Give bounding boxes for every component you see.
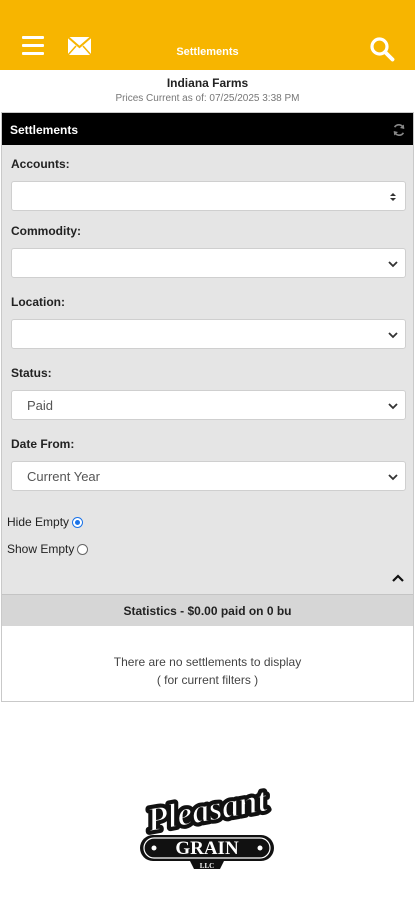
empty-results: There are no settlements to display ( fo… [2,626,413,701]
svg-text:Pleasant: Pleasant [143,782,271,840]
show-empty-option[interactable]: Show Empty [7,542,89,556]
chevron-down-icon [388,261,398,268]
page-title: Settlements [176,46,239,58]
status-select[interactable]: Paid [11,390,406,420]
commodity-select[interactable] [11,248,406,278]
statistics-bar: Statistics - $0.00 paid on 0 bu [2,594,413,627]
date-from-label: Date From: [11,437,75,451]
panel-header: Settlements [2,113,413,145]
search-icon[interactable] [369,36,395,62]
empty-message: There are no settlements to display [113,655,302,669]
hide-empty-radio[interactable] [72,516,84,528]
prices-current-text: Prices Current as of: 07/25/2025 3:38 PM [115,93,300,104]
status-label: Status: [11,366,52,380]
hide-empty-label: Hide Empty [7,515,70,529]
date-from-value: Current Year [27,469,100,484]
settlements-panel: Settlements Accounts: Commodity: Locatio… [1,112,414,702]
svg-text:GRAIN: GRAIN [175,838,239,859]
location-label: Location: [11,295,65,309]
show-empty-radio[interactable] [77,543,89,555]
accounts-select[interactable] [11,181,406,211]
app-header: Settlements [0,0,415,70]
show-empty-label: Show Empty [7,542,75,556]
status-value: Paid [27,398,54,413]
accounts-label: Accounts: [11,157,70,171]
svg-text:LLC: LLC [200,862,214,869]
statistics-text: Statistics - $0.00 paid on 0 bu [123,604,292,618]
pleasant-grain-logo: Pleasant Pleasant GRAIN LLC [140,781,275,869]
hide-empty-option[interactable]: Hide Empty [7,515,84,529]
chevron-down-icon [388,403,398,410]
panel-title: Settlements [10,123,79,137]
empty-message-filters: ( for current filters ) [156,673,259,687]
commodity-label: Commodity: [11,224,81,238]
chevron-up-icon[interactable] [391,571,405,585]
location-select[interactable] [11,319,406,349]
chevron-down-icon [388,474,398,481]
farm-name: Indiana Farms [166,76,249,90]
refresh-icon[interactable] [392,123,406,137]
sort-arrows-icon [390,193,396,201]
chevron-down-icon [388,332,398,339]
date-from-select[interactable]: Current Year [11,461,406,491]
